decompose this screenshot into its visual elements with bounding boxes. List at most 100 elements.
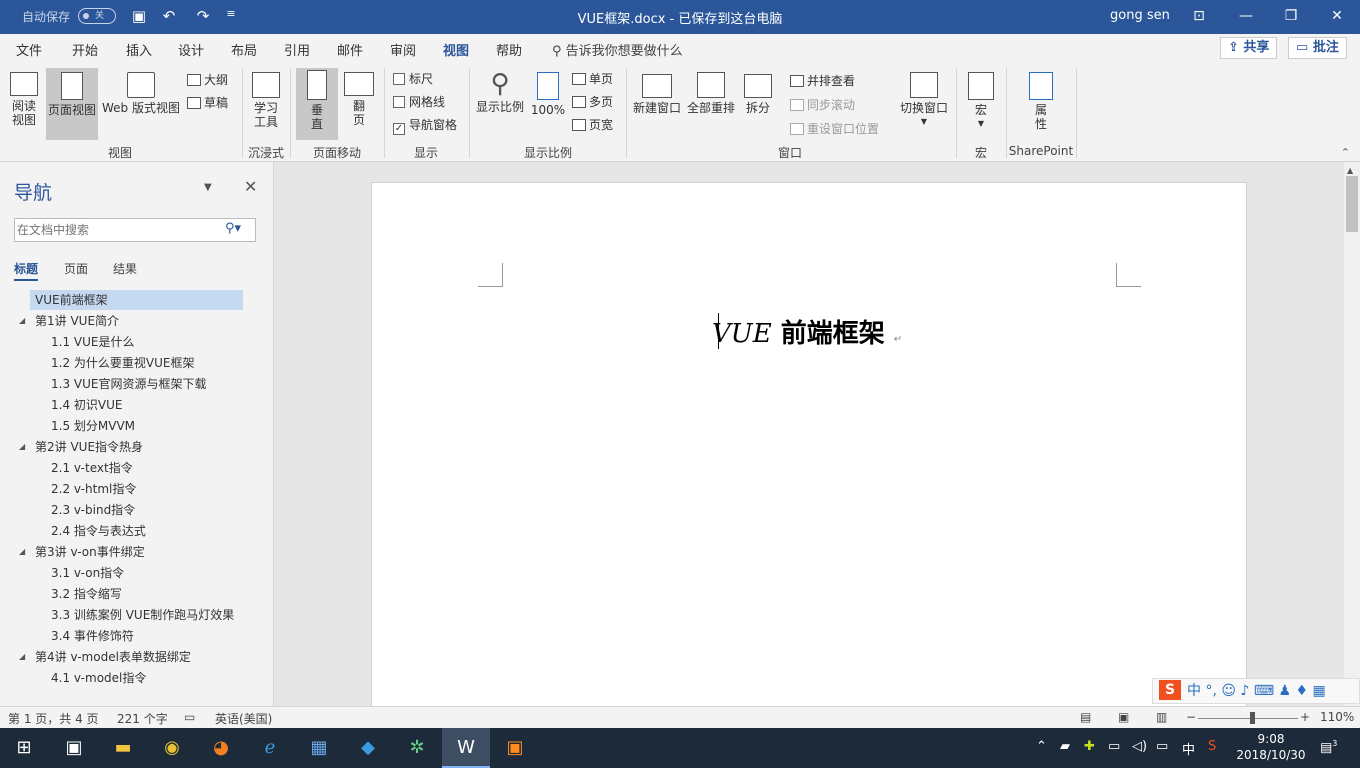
scroll-thumb[interactable] — [1346, 176, 1358, 232]
nav-heading-section[interactable]: 1.2 为什么要重视VUE框架 — [0, 353, 274, 373]
web-layout-status-icon[interactable]: ▥ — [1156, 710, 1167, 724]
gridlines-checkbox[interactable]: 网格线 — [393, 93, 445, 110]
nav-heading-section[interactable]: 1.1 VUE是什么 — [0, 332, 274, 352]
zoom-slider[interactable] — [1198, 718, 1298, 719]
read-mode-status-icon[interactable]: ▤ — [1080, 710, 1091, 724]
tab-references[interactable]: 引用 — [284, 40, 310, 59]
tray-app-icon[interactable]: ▰ — [1060, 739, 1070, 754]
search-icon[interactable]: ⚲▾ — [225, 221, 241, 236]
restore-icon[interactable]: ❐ — [1276, 5, 1306, 27]
tab-insert[interactable]: 插入 — [126, 40, 152, 59]
zoom-slider-thumb[interactable] — [1250, 712, 1255, 724]
collapse-triangle-icon[interactable]: ◢ — [19, 437, 25, 457]
vscode-icon[interactable]: ◆ — [344, 728, 392, 768]
nav-heading-section[interactable]: 1.3 VUE官网资源与框架下载 — [0, 374, 274, 394]
nav-search-input[interactable] — [17, 221, 217, 239]
outline-button[interactable]: 大纲 — [187, 71, 228, 88]
firefox-icon[interactable]: ◕ — [197, 728, 245, 768]
side-to-side-button[interactable]: 翻 页 — [340, 68, 378, 140]
nav-heading-chapter[interactable]: ◢ 第4讲 v-model表单数据绑定 — [0, 647, 274, 667]
zoom-percent[interactable]: 110% — [1320, 710, 1354, 724]
new-window-button[interactable]: 新建窗口 — [630, 68, 684, 140]
draft-button[interactable]: 草稿 — [187, 94, 228, 111]
nav-heading-section[interactable]: 3.1 v-on指令 — [0, 563, 274, 583]
split-button[interactable]: 拆分 — [740, 68, 776, 140]
chrome-icon[interactable]: ◉ — [148, 728, 196, 768]
tab-help[interactable]: 帮助 — [496, 40, 522, 59]
ime-indicator[interactable]: 中 — [1182, 739, 1195, 758]
side-by-side-button[interactable]: 并排查看 — [790, 72, 855, 89]
network-icon[interactable]: ▭ — [1108, 739, 1120, 754]
zoom-in-icon[interactable]: + — [1300, 710, 1310, 724]
page-count[interactable]: 第 1 页，共 4 页 — [8, 710, 99, 727]
nav-tab-headings[interactable]: 标题 — [14, 260, 39, 281]
nav-heading-section[interactable]: 2.4 指令与表达式 — [0, 521, 274, 541]
nav-heading-section[interactable]: 3.2 指令缩写 — [0, 584, 274, 604]
skin-icon[interactable]: ♦ — [1296, 683, 1309, 699]
nav-heading-section[interactable]: 1.4 初识VUE — [0, 395, 274, 415]
tell-me-box[interactable]: ⚲ 告诉我你想要做什么 — [552, 40, 683, 59]
start-icon[interactable]: ⊞ — [0, 728, 48, 768]
toolbox-icon[interactable]: ▦ — [1313, 683, 1326, 699]
tab-layout[interactable]: 布局 — [231, 40, 257, 59]
print-layout-button[interactable]: 页面视图 — [46, 68, 98, 140]
nav-close-icon[interactable]: ✕ — [244, 177, 257, 196]
nav-options-icon[interactable]: ▼ — [204, 182, 212, 193]
nav-heading-section[interactable]: 1.5 划分MVVM — [0, 416, 274, 436]
zoom-out-icon[interactable]: − — [1186, 710, 1196, 724]
learning-tools-button[interactable]: 学习 工具 — [246, 68, 286, 140]
reset-position-button[interactable]: 重设窗口位置 — [790, 120, 879, 137]
tab-review[interactable]: 审阅 — [390, 40, 416, 59]
sogou-logo-icon[interactable]: S — [1159, 680, 1181, 700]
slides-icon[interactable]: ▣ — [491, 728, 539, 768]
punctuation-icon[interactable]: °, — [1205, 683, 1216, 699]
vertical-scrollbar[interactable]: ▲ — [1344, 162, 1360, 706]
word-count[interactable]: 221 个字 — [117, 710, 168, 727]
ie-icon[interactable]: ℯ — [246, 728, 294, 768]
minimize-icon[interactable]: — — [1231, 5, 1261, 27]
tray-expand-icon[interactable]: ⌃ — [1036, 739, 1047, 754]
share-button[interactable]: ⇪ 共享 — [1220, 37, 1278, 59]
nav-heading-section[interactable]: 2.1 v-text指令 — [0, 458, 274, 478]
nav-pane-checkbox[interactable]: ✓ 导航窗格 — [393, 116, 457, 135]
file-explorer-icon[interactable]: ▬ — [99, 728, 147, 768]
nav-search-box[interactable]: ⚲▾ — [14, 218, 256, 242]
one-page-button[interactable]: 单页 — [572, 70, 613, 87]
word-icon[interactable]: W — [442, 728, 490, 768]
proofing-icon[interactable]: ▭ — [184, 710, 195, 724]
multiple-pages-button[interactable]: 多页 — [572, 93, 613, 110]
document-page[interactable]: VUE 前端框架 ↵ — [371, 182, 1247, 712]
read-mode-button[interactable]: 阅读 视图 — [4, 68, 44, 140]
comments-button[interactable]: ▭ 批注 — [1288, 37, 1347, 59]
nav-heading-section[interactable]: 3.4 事件修饰符 — [0, 626, 274, 646]
collapse-triangle-icon[interactable]: ◢ — [19, 647, 25, 667]
document-heading[interactable]: VUE 前端框架 ↵ — [712, 313, 952, 350]
film-icon[interactable]: ▦ — [295, 728, 343, 768]
document-area[interactable]: VUE 前端框架 ↵ — [274, 162, 1344, 712]
notification-icon[interactable]: ▤3 — [1320, 739, 1337, 755]
mic-icon[interactable]: ♪ — [1240, 683, 1249, 699]
nav-heading-section[interactable]: 2.3 v-bind指令 — [0, 500, 274, 520]
macros-button[interactable]: 宏 ▼ — [962, 68, 1000, 140]
nav-heading-section[interactable]: 2.2 v-html指令 — [0, 479, 274, 499]
emoji-icon[interactable]: ☺ — [1221, 683, 1236, 699]
page-width-button[interactable]: 页宽 — [572, 116, 613, 133]
tab-mailings[interactable]: 邮件 — [337, 40, 363, 59]
nav-heading-section[interactable]: 4.1 v-model指令 — [0, 668, 274, 688]
collapse-triangle-icon[interactable]: ◢ — [19, 542, 25, 562]
zoom-100-button[interactable]: 100% — [528, 68, 568, 140]
ruler-checkbox[interactable]: 标尺 — [393, 70, 433, 87]
nav-heading-chapter[interactable]: ◢ 第3讲 v-on事件绑定 — [0, 542, 274, 562]
zoom-button[interactable]: ⚲ 显示比例 — [474, 68, 526, 140]
language-indicator[interactable]: 英语(美国) — [215, 710, 272, 727]
nav-heading-title[interactable]: VUE前端框架 — [30, 290, 243, 310]
scroll-up-icon[interactable]: ▲ — [1347, 166, 1353, 175]
atom-icon[interactable]: ✲ — [393, 728, 441, 768]
volume-icon[interactable]: ◁) — [1132, 739, 1147, 754]
explorer-alt-icon[interactable]: ▣ — [50, 728, 98, 768]
nav-heading-section[interactable]: 3.3 训练案例 VUE制作跑马灯效果 — [0, 605, 274, 625]
web-layout-button[interactable]: Web 版式视图 — [100, 68, 182, 140]
user-name[interactable]: gong sen — [1110, 8, 1170, 23]
nav-heading-chapter[interactable]: ◢ 第1讲 VUE简介 — [0, 311, 274, 331]
tab-design[interactable]: 设计 — [178, 40, 204, 59]
